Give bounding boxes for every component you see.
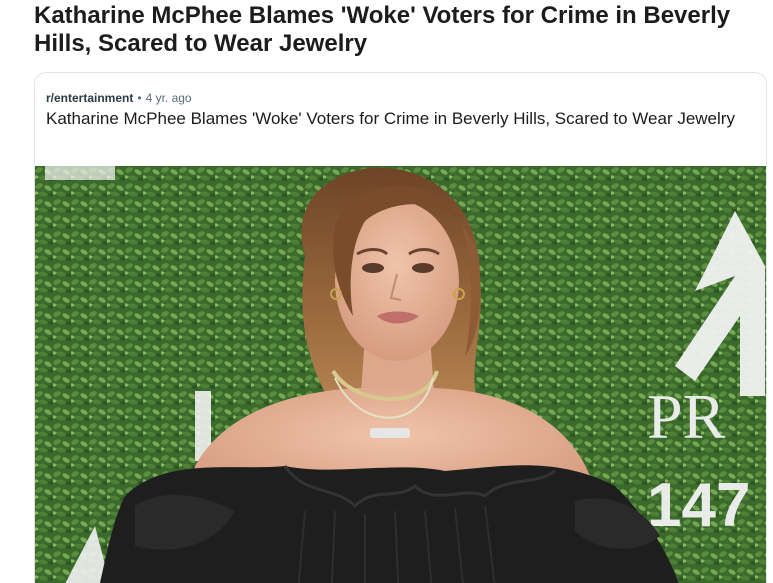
post-image[interactable]: PR 147: [35, 166, 766, 583]
page: Katharine McPhee Blames 'Woke' Voters fo…: [0, 0, 773, 583]
subreddit-link[interactable]: r/entertainment: [46, 91, 133, 105]
meta-separator: •: [137, 91, 142, 105]
post-image-photo: PR 147: [35, 166, 766, 583]
page-title: Katharine McPhee Blames 'Woke' Voters fo…: [34, 2, 731, 57]
post-time: 4 yr. ago: [145, 91, 192, 105]
post-meta: r/entertainment • 4 yr. ago: [46, 90, 192, 106]
backdrop-text-2: 147: [647, 471, 750, 540]
backdrop-text-1: PR: [647, 381, 726, 452]
post-title[interactable]: Katharine McPhee Blames 'Woke' Voters fo…: [46, 107, 746, 131]
post-card[interactable]: r/entertainment • 4 yr. ago Katharine McPh…: [34, 72, 767, 583]
